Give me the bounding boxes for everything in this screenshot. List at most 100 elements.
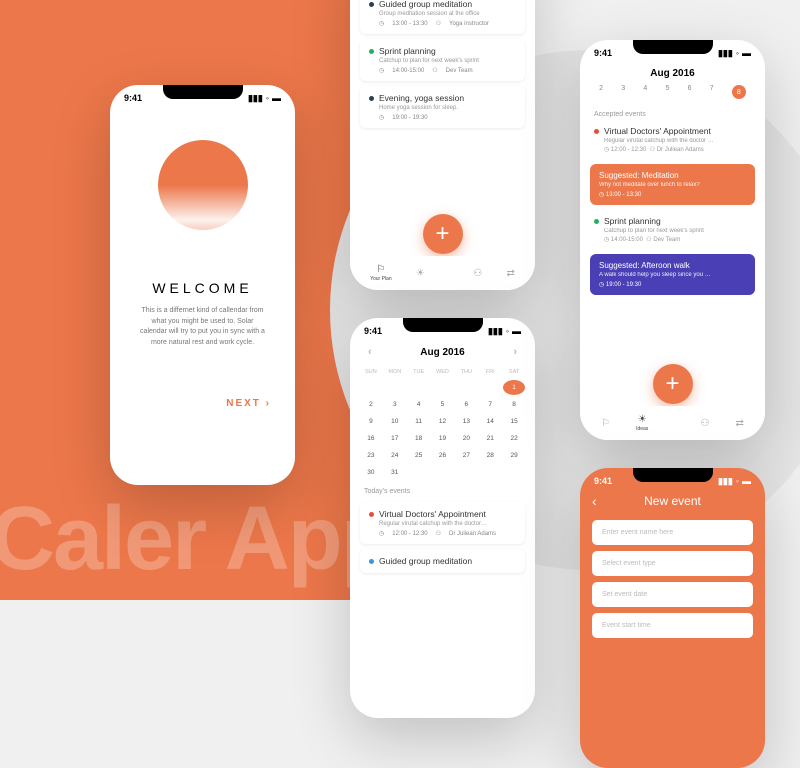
add-event-fab[interactable]: +	[423, 214, 463, 254]
plus-icon: +	[435, 220, 449, 248]
day-cell[interactable]: 21	[479, 431, 501, 446]
day-cell[interactable]: 11	[408, 414, 430, 429]
day-cell[interactable]: 10	[384, 414, 406, 429]
day-cell[interactable]: 14	[479, 414, 501, 429]
form-input[interactable]: Select event type	[592, 551, 753, 576]
nav-sync[interactable]: ⇄	[736, 418, 744, 429]
clock-icon: ◷	[599, 282, 604, 288]
day-cell[interactable]: 17	[384, 431, 406, 446]
day-cell	[432, 465, 454, 480]
event-card[interactable]: Evening, yoga session Home yoga session …	[360, 86, 525, 128]
day-cell[interactable]: 16	[360, 431, 382, 446]
day-cell[interactable]: 27	[455, 448, 477, 463]
event-subtitle: Regular virutal catchup with the doctor …	[604, 138, 751, 144]
day-cell[interactable]: 15	[503, 414, 525, 429]
suggestion-card[interactable]: Suggested: Meditation Why not meditate o…	[590, 164, 755, 205]
day-header: TUE	[408, 366, 430, 378]
day-cell[interactable]: 25	[408, 448, 430, 463]
month-label: Aug 2016	[650, 68, 694, 79]
day-cell[interactable]: 7	[479, 397, 501, 412]
week-day[interactable]: 8	[732, 85, 746, 99]
day-cell[interactable]: 12	[432, 414, 454, 429]
clock-icon: ◷	[599, 192, 604, 198]
form-input[interactable]: Event start time	[592, 613, 753, 638]
next-month-button[interactable]: ›	[513, 346, 517, 358]
form-input[interactable]: Set event date	[592, 582, 753, 607]
person-icon: ⚇	[473, 268, 482, 279]
category-dot	[594, 219, 599, 224]
event-time: 12:00 - 12:30	[392, 531, 427, 537]
week-day[interactable]: 3	[621, 85, 625, 99]
event-subtitle: Regular virutal catchup with the doctor…	[379, 521, 516, 527]
suggestion-time: 19:00 - 19:30	[606, 282, 641, 288]
clock-icon: ◷	[379, 114, 384, 121]
day-cell[interactable]: 4	[408, 397, 430, 412]
clock-icon: ◷	[604, 147, 609, 153]
day-cell[interactable]: 29	[503, 448, 525, 463]
week-day[interactable]: 5	[665, 85, 669, 99]
event-card[interactable]: Guided group meditation	[360, 549, 525, 573]
day-cell	[360, 380, 382, 395]
nav-profile[interactable]: ⚇	[700, 418, 709, 429]
nav-ideas[interactable]: ☀	[416, 268, 425, 279]
nav-profile[interactable]: ⚇	[473, 268, 482, 279]
day-cell[interactable]: 6	[455, 397, 477, 412]
week-day[interactable]: 2	[599, 85, 603, 99]
event-row[interactable]: Sprint planning Catchup to plan for next…	[580, 210, 765, 249]
calendar-screen: 9:41 ▮▮▮◦▬ ‹ Aug 2016 › SUNMONTUEWEDTHUF…	[350, 318, 535, 718]
week-day[interactable]: 6	[688, 85, 692, 99]
day-cell	[479, 465, 501, 480]
day-cell[interactable]: 22	[503, 431, 525, 446]
nav-your-plan[interactable]: ⚐	[601, 418, 610, 429]
event-card[interactable]: Guided group meditation Group meditation…	[360, 0, 525, 34]
day-cell[interactable]: 13	[455, 414, 477, 429]
event-title: Virtual Doctors' Appointment	[604, 126, 711, 136]
day-header: SUN	[360, 366, 382, 378]
suggestion-card[interactable]: Suggested: Afteroon walk A walk should h…	[590, 254, 755, 295]
suggestion-title: Suggested: Afteroon walk	[599, 261, 746, 270]
day-cell[interactable]: 5	[432, 397, 454, 412]
day-cell[interactable]: 31	[384, 465, 406, 480]
prev-month-button[interactable]: ‹	[368, 346, 372, 358]
day-cell[interactable]: 18	[408, 431, 430, 446]
flag-icon: ⚐	[601, 418, 610, 429]
day-cell	[408, 465, 430, 480]
day-cell[interactable]: 26	[432, 448, 454, 463]
event-time: 19:00 - 19:30	[392, 115, 427, 121]
brand-watermark: Caler App	[0, 499, 394, 580]
back-button[interactable]: ‹	[592, 493, 597, 509]
day-cell[interactable]: 28	[479, 448, 501, 463]
day-cell[interactable]: 30	[360, 465, 382, 480]
add-event-fab[interactable]: +	[653, 364, 693, 404]
day-cell[interactable]: 24	[384, 448, 406, 463]
nav-ideas[interactable]: ☀Ideas	[636, 414, 648, 432]
day-cell	[455, 380, 477, 395]
event-card[interactable]: Virtual Doctors' AppointmentRegular viru…	[360, 502, 525, 544]
nav-sync[interactable]: ⇄	[506, 268, 514, 279]
day-cell[interactable]: 23	[360, 448, 382, 463]
week-day[interactable]: 4	[643, 85, 647, 99]
day-cell[interactable]: 3	[384, 397, 406, 412]
suggestion-subtitle: Why not meditate over lunch to relax?	[599, 182, 746, 188]
week-day[interactable]: 7	[710, 85, 714, 99]
day-cell[interactable]: 19	[432, 431, 454, 446]
event-card[interactable]: Sprint planning Catchup to plan for next…	[360, 39, 525, 81]
day-cell[interactable]: 20	[455, 431, 477, 446]
people-icon: ⚇	[436, 530, 441, 537]
day-cell[interactable]: 8	[503, 397, 525, 412]
schedule-screen: 9:41 ▮▮▮◦▬ Aug 2016 2345678 Accepted eve…	[580, 40, 765, 440]
event-row[interactable]: Virtual Doctors' Appointment Regular vir…	[580, 120, 765, 159]
today-events-label: Today's events	[350, 480, 535, 497]
welcome-body: This is a differnet kind of callendar fr…	[110, 296, 295, 358]
event-title: Guided group meditation	[379, 0, 472, 9]
signal-icon: ▮▮▮	[718, 476, 733, 487]
day-header: MON	[384, 366, 406, 378]
form-input[interactable]: Enter event name here	[592, 520, 753, 545]
day-cell[interactable]: 9	[360, 414, 382, 429]
nav-your-plan[interactable]: ⚐Your Plan	[370, 264, 392, 282]
category-dot	[369, 2, 374, 7]
day-cell[interactable]: 1	[503, 380, 525, 395]
next-button[interactable]: NEXT ›	[110, 358, 295, 409]
wifi-icon: ◦	[266, 93, 269, 103]
day-cell[interactable]: 2	[360, 397, 382, 412]
